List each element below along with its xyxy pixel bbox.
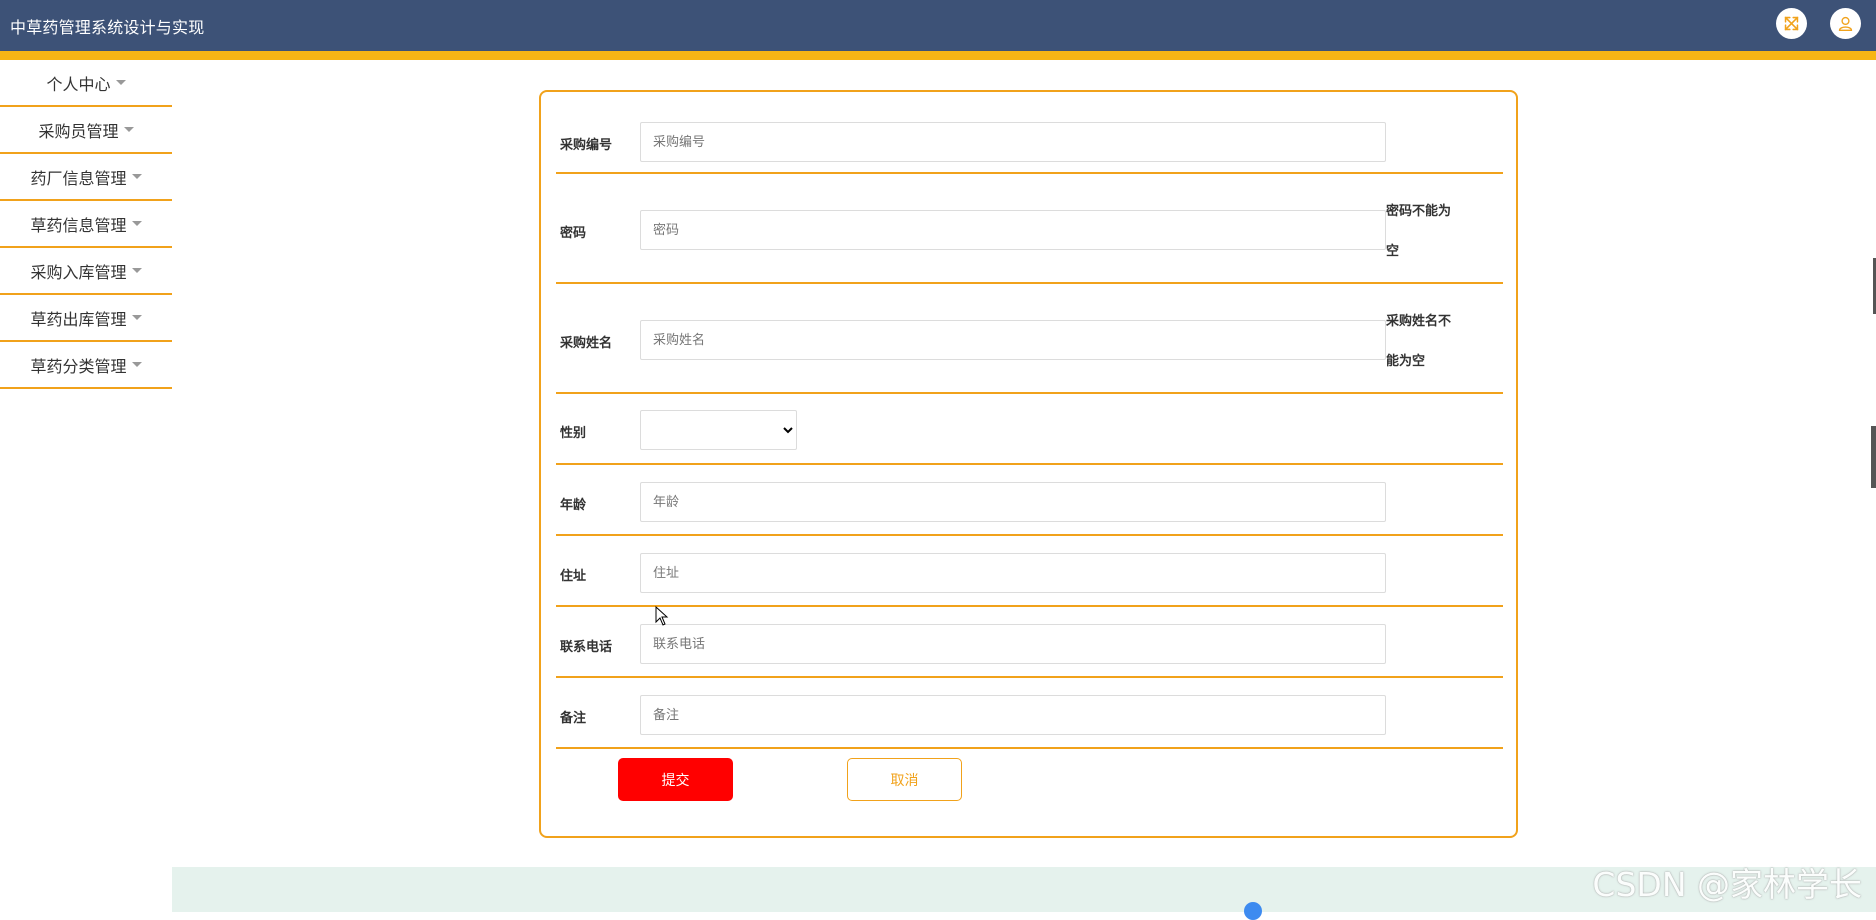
sidebar-item-herb-info[interactable]: 草药信息管理 — [0, 201, 172, 248]
sidebar-item-pharmacy-factory[interactable]: 药厂信息管理 — [0, 154, 172, 201]
caret-down-icon — [115, 80, 126, 85]
caret-down-icon — [131, 174, 142, 179]
expand-arrows-icon — [1784, 16, 1799, 31]
sidebar-item-label: 采购入库管理 — [30, 262, 127, 282]
age-label: 年龄 — [560, 498, 587, 513]
password-label: 密码 — [560, 226, 587, 241]
form-row-age: 年龄 — [556, 465, 1503, 536]
phone-label: 联系电话 — [560, 640, 613, 655]
sidebar-item-purchase-inbound[interactable]: 采购入库管理 — [0, 248, 172, 295]
status-dot — [1244, 902, 1262, 920]
submit-button[interactable]: 提交 — [618, 758, 733, 801]
form-row-address: 住址 — [556, 536, 1503, 607]
address-label: 住址 — [560, 569, 587, 584]
remark-input[interactable] — [640, 695, 1386, 735]
header-accent-strip — [0, 51, 1876, 60]
sidebar-item-herb-category[interactable]: 草药分类管理 — [0, 342, 172, 389]
app-title: 中草药管理系统设计与实现 — [10, 18, 205, 37]
caret-down-icon — [131, 315, 142, 320]
remark-label: 备注 — [560, 711, 587, 726]
form-row-password: 密码 密码不能为 空 — [556, 174, 1503, 284]
password-error-line1: 密码不能为 — [1386, 204, 1452, 219]
name-label: 采购姓名 — [560, 336, 613, 351]
sidebar-item-label: 药厂信息管理 — [30, 168, 127, 188]
user-icon — [1838, 16, 1853, 31]
sidebar-item-label: 个人中心 — [46, 74, 111, 94]
user-menu-button[interactable] — [1830, 8, 1861, 39]
password-error-line2: 空 — [1386, 244, 1400, 259]
buyer-form-card: 采购编号 密码 密码不能为 空 采购姓名 采购姓名不 能为空 性别 年龄 住址 … — [539, 90, 1518, 838]
gender-select[interactable] — [640, 410, 797, 450]
sidebar-item-personal-center[interactable]: 个人中心 — [0, 60, 172, 107]
form-row-name: 采购姓名 采购姓名不 能为空 — [556, 284, 1503, 394]
sidebar-item-label: 草药信息管理 — [30, 215, 127, 235]
purchase-id-label: 采购编号 — [560, 138, 613, 153]
sidebar: 个人中心 采购员管理 药厂信息管理 草药信息管理 采购入库管理 草药出库管理 草… — [0, 60, 172, 389]
form-row-purchase-id: 采购编号 — [556, 92, 1503, 174]
sidebar-item-buyer-management[interactable]: 采购员管理 — [0, 107, 172, 154]
form-row-remark: 备注 — [556, 678, 1503, 749]
watermark: CSDN @家林学长 — [1592, 865, 1862, 904]
name-input[interactable] — [640, 320, 1386, 360]
sidebar-item-herb-outbound[interactable]: 草药出库管理 — [0, 295, 172, 342]
caret-down-icon — [123, 127, 134, 132]
phone-input[interactable] — [640, 624, 1386, 664]
name-error-line2: 能为空 — [1386, 354, 1426, 369]
top-header: 中草药管理系统设计与实现 — [0, 0, 1876, 51]
gender-label: 性别 — [560, 426, 587, 441]
sidebar-item-label: 采购员管理 — [38, 121, 119, 141]
side-scroll-tab[interactable] — [1871, 426, 1876, 488]
caret-down-icon — [131, 221, 142, 226]
password-input[interactable] — [640, 210, 1386, 250]
caret-down-icon — [131, 268, 142, 273]
sidebar-item-label: 草药出库管理 — [30, 309, 127, 329]
age-input[interactable] — [640, 482, 1386, 522]
purchase-id-input[interactable] — [640, 122, 1386, 162]
form-row-phone: 联系电话 — [556, 607, 1503, 678]
sidebar-item-label: 草药分类管理 — [30, 356, 127, 376]
fullscreen-button[interactable] — [1776, 8, 1807, 39]
form-row-gender: 性别 — [556, 394, 1503, 465]
mouse-cursor-icon — [655, 606, 669, 626]
cancel-button[interactable]: 取消 — [847, 758, 962, 801]
name-error-line1: 采购姓名不 — [1386, 314, 1452, 329]
caret-down-icon — [131, 362, 142, 367]
address-input[interactable] — [640, 553, 1386, 593]
